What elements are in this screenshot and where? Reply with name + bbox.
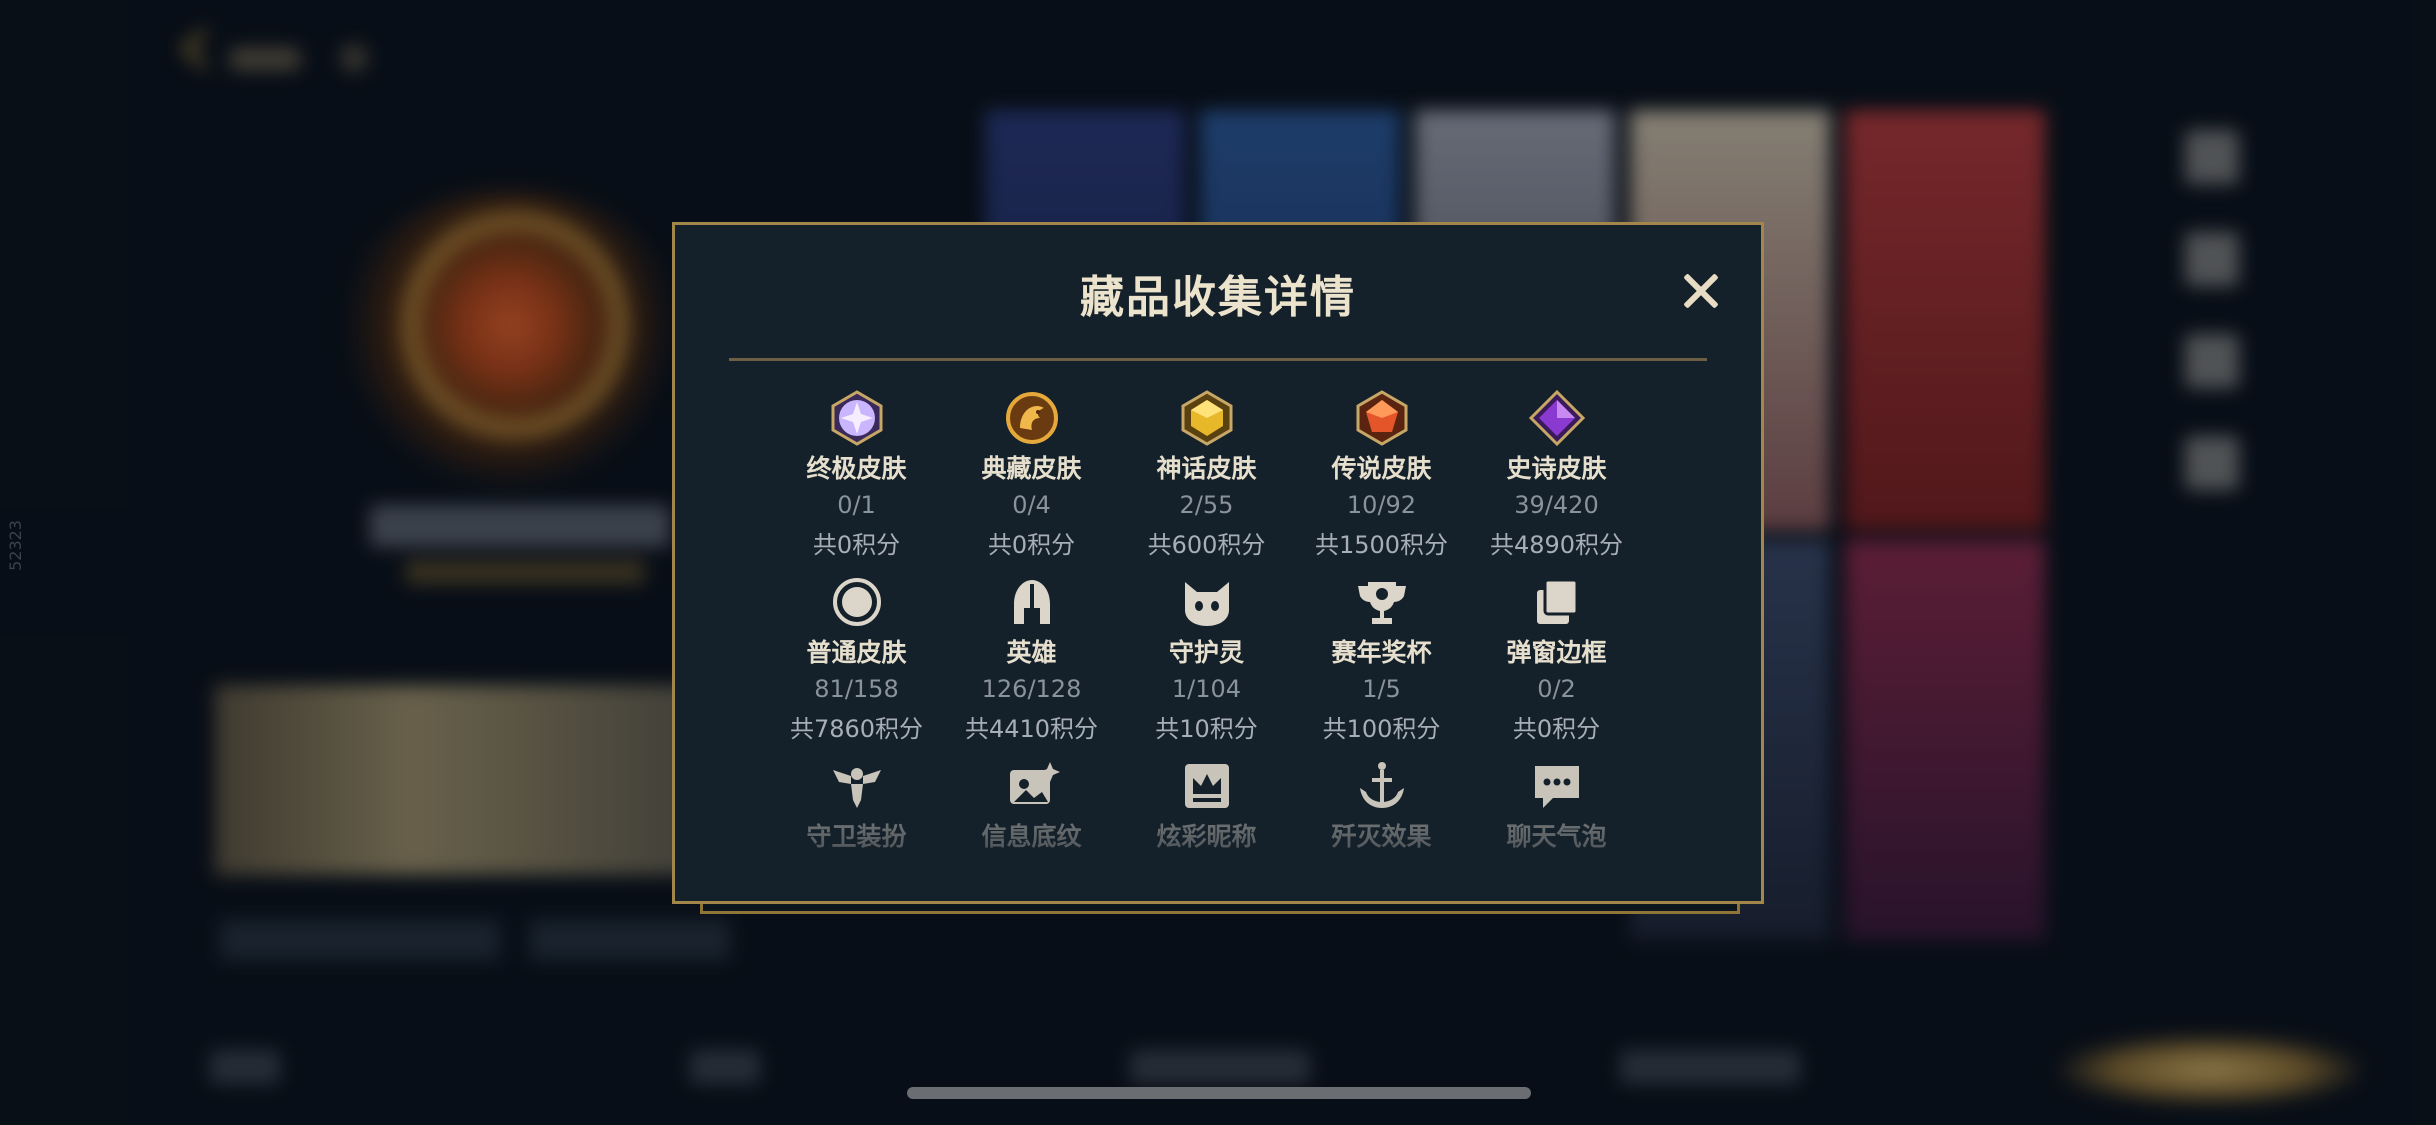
category-label: 典藏皮肤 [981, 454, 1082, 483]
gold-gem-icon [1179, 390, 1235, 446]
collection-item-mythic-skin[interactable]: 神话皮肤 2/55 共600积分 [1119, 390, 1294, 560]
category-count: 0/2 [1537, 675, 1576, 703]
category-label: 终极皮肤 [806, 454, 907, 483]
category-points: 共4410积分 [964, 715, 1099, 743]
category-label: 普通皮肤 [806, 638, 907, 667]
title-divider [729, 358, 1707, 361]
category-label: 神话皮肤 [1156, 454, 1257, 483]
collection-details-dialog: 藏品收集详情 终极皮肤 0/1 共0积分 典藏皮肤 0/4 共0积分 神话皮肤 … [672, 222, 1764, 904]
dialog-title: 藏品收集详情 [1080, 272, 1356, 323]
category-label: 守卫装扮 [806, 822, 907, 851]
category-points: 共7860积分 [789, 715, 924, 743]
category-count: 1/5 [1362, 675, 1401, 703]
category-points: 共0积分 [812, 531, 901, 559]
dragon-crest-icon [1004, 390, 1060, 446]
category-label: 信息底纹 [981, 822, 1082, 851]
collection-row: 终极皮肤 0/1 共0积分 典藏皮肤 0/4 共0积分 神话皮肤 2/55 共6… [769, 389, 1649, 560]
category-count: 39/420 [1514, 491, 1599, 519]
helmet-icon [1004, 574, 1060, 630]
collection-item-ward-skin[interactable]: 守卫装扮 [769, 758, 944, 853]
ring-icon [829, 574, 885, 630]
anchor-icon [1354, 758, 1410, 814]
collection-item-epic-skin[interactable]: 史诗皮肤 39/420 共4890积分 [1469, 389, 1644, 560]
crown-card-icon [1179, 758, 1235, 814]
category-count: 2/55 [1179, 491, 1234, 519]
collection-item-colored-nickname[interactable]: 炫彩昵称 [1119, 758, 1294, 853]
category-label: 守护灵 [1168, 638, 1244, 667]
category-label: 聊天气泡 [1506, 822, 1607, 851]
collection-grid: 终极皮肤 0/1 共0积分 典藏皮肤 0/4 共0积分 神话皮肤 2/55 共6… [769, 389, 1649, 853]
orange-gem-icon [1354, 390, 1410, 446]
collection-row: 守卫装扮 信息底纹 炫彩昵称 歼灭效果 聊天气泡 [769, 758, 1649, 853]
collection-item-treasured-skin[interactable]: 典藏皮肤 0/4 共0积分 [944, 390, 1119, 560]
category-label: 史诗皮肤 [1506, 454, 1607, 483]
collection-item-popup-frame[interactable]: 弹窗边框 0/2 共0积分 [1469, 574, 1644, 744]
stacked-frames-icon [1529, 574, 1585, 630]
category-count: 126/128 [981, 675, 1082, 703]
category-label: 歼灭效果 [1331, 822, 1432, 851]
category-points: 共0积分 [987, 531, 1076, 559]
category-points: 共10积分 [1155, 715, 1258, 743]
collection-row: 普通皮肤 81/158 共7860积分 英雄 126/128 共4410积分 守… [769, 574, 1649, 744]
category-label: 弹窗边框 [1506, 638, 1607, 667]
collection-item-annihilation-effect[interactable]: 歼灭效果 [1294, 758, 1469, 853]
category-points: 共0积分 [1512, 715, 1601, 743]
collection-item-season-trophy[interactable]: 赛年奖杯 1/5 共100积分 [1294, 574, 1469, 744]
ward-icon [829, 758, 885, 814]
home-indicator[interactable] [907, 1087, 1531, 1099]
category-points: 共4890积分 [1489, 531, 1624, 559]
category-points: 共1500积分 [1314, 531, 1449, 559]
collection-item-hero[interactable]: 英雄 126/128 共4410积分 [944, 574, 1119, 744]
image-sparkle-icon [1004, 758, 1060, 814]
diamond-gem-icon [829, 390, 885, 446]
category-count: 0/1 [837, 491, 876, 519]
trophy-icon [1354, 574, 1410, 630]
close-icon[interactable] [1679, 269, 1723, 313]
category-count: 0/4 [1012, 491, 1051, 519]
collection-item-ultimate-skin[interactable]: 终极皮肤 0/1 共0积分 [769, 390, 944, 560]
collection-item-legendary-skin[interactable]: 传说皮肤 10/92 共1500积分 [1294, 390, 1469, 560]
chat-bubble-icon [1529, 758, 1585, 814]
category-label: 炫彩昵称 [1156, 822, 1257, 851]
collection-item-chat-bubble[interactable]: 聊天气泡 [1469, 758, 1644, 853]
guardian-spirit-icon [1179, 574, 1235, 630]
category-count: 81/158 [814, 675, 899, 703]
purple-gem-icon [1528, 389, 1585, 447]
category-points: 共100积分 [1322, 715, 1441, 743]
category-label: 传说皮肤 [1331, 454, 1432, 483]
category-count: 10/92 [1346, 491, 1417, 519]
collection-item-normal-skin[interactable]: 普通皮肤 81/158 共7860积分 [769, 574, 944, 744]
category-count: 1/104 [1171, 675, 1242, 703]
collection-item-guardian-spirit[interactable]: 守护灵 1/104 共10积分 [1119, 574, 1294, 744]
category-points: 共600积分 [1147, 531, 1266, 559]
category-label: 赛年奖杯 [1331, 638, 1432, 667]
category-label: 英雄 [1006, 638, 1057, 667]
collection-item-info-texture[interactable]: 信息底纹 [944, 758, 1119, 853]
